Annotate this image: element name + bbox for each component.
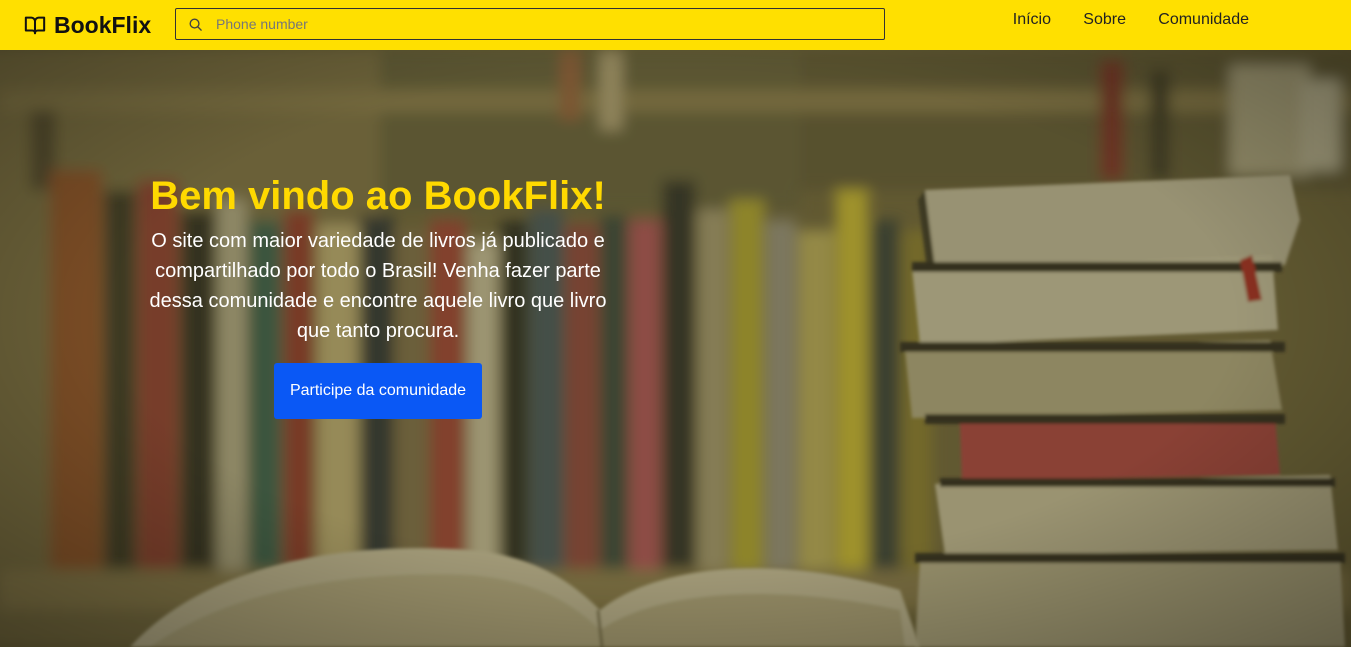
hero-content: Bem vindo ao BookFlix! O site com maior … (138, 168, 618, 419)
navbar: BookFlix Início Sobre Comunidade (0, 0, 1351, 50)
nav-link-comunidade[interactable]: Comunidade (1158, 11, 1249, 29)
join-community-button[interactable]: Participe da comunidade (273, 363, 483, 419)
brand-logo[interactable]: BookFlix (24, 10, 151, 40)
open-book-icon (24, 16, 46, 35)
hero-title: Bem vindo ao BookFlix! (150, 174, 606, 218)
brand-name: BookFlix (54, 11, 152, 38)
nav-link-sobre[interactable]: Sobre (1083, 11, 1126, 29)
hero-description: O site com maior variedade de livros já … (149, 230, 607, 342)
hero-section: Bem vindo ao BookFlix! O site com maior … (0, 50, 1351, 647)
search-bar (175, 8, 885, 40)
nav-link-inicio[interactable]: Início (1013, 11, 1051, 29)
search-input[interactable] (216, 9, 876, 39)
search-icon (189, 18, 202, 31)
